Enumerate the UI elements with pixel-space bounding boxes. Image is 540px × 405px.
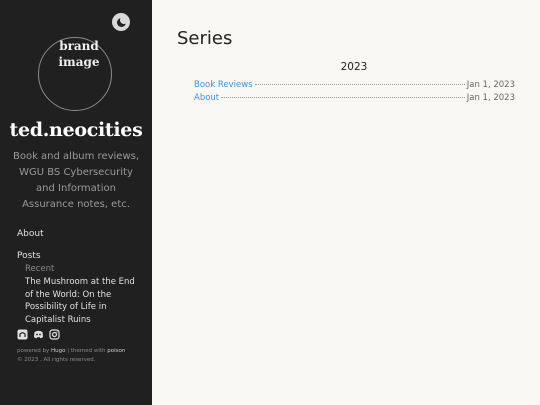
- nav-recent-label: Recent: [25, 264, 55, 274]
- footer-powered-by-label: powered by: [17, 348, 50, 354]
- list-item: About Jan 1, 2023: [194, 93, 515, 105]
- recent-post-link[interactable]: The Mushroom at the End of the World: On…: [25, 276, 143, 326]
- year-heading: 2023: [340, 61, 368, 73]
- list-item-title-link[interactable]: Book Reviews: [194, 80, 253, 90]
- github-icon[interactable]: [17, 329, 28, 340]
- list-item: Book Reviews Jan 1, 2023: [194, 80, 515, 92]
- list-item-date: Jan 1, 2023: [466, 80, 515, 90]
- list-item-title-link[interactable]: About: [194, 93, 219, 103]
- discord-icon[interactable]: [33, 329, 44, 340]
- brand-image-text: brand image: [58, 39, 100, 69]
- page-title: Series: [177, 28, 233, 49]
- footer-copyright: © 2023 . All rights reserved.: [17, 357, 96, 363]
- dotted-leader: [221, 97, 465, 98]
- nav-posts-label[interactable]: Posts: [17, 251, 41, 261]
- moon-icon: [116, 15, 128, 27]
- footer-themed-with-label: | themed with: [67, 348, 106, 354]
- nav-about-link[interactable]: About: [17, 229, 44, 239]
- list-item-date: Jan 1, 2023: [466, 93, 515, 103]
- sidebar: brand image ted.neocities Book and album…: [0, 0, 152, 405]
- hugo-link[interactable]: Hugo: [51, 348, 65, 354]
- site-title[interactable]: ted.neocities: [0, 119, 152, 141]
- theme-toggle-button[interactable]: [112, 13, 130, 31]
- footer-powered-by: powered by Hugo | themed with poison: [17, 348, 125, 354]
- poison-link[interactable]: poison: [107, 348, 125, 354]
- site-description: Book and album reviews, WGU BS Cybersecu…: [12, 151, 140, 210]
- instagram-icon[interactable]: [49, 329, 60, 340]
- dotted-leader: [254, 84, 465, 85]
